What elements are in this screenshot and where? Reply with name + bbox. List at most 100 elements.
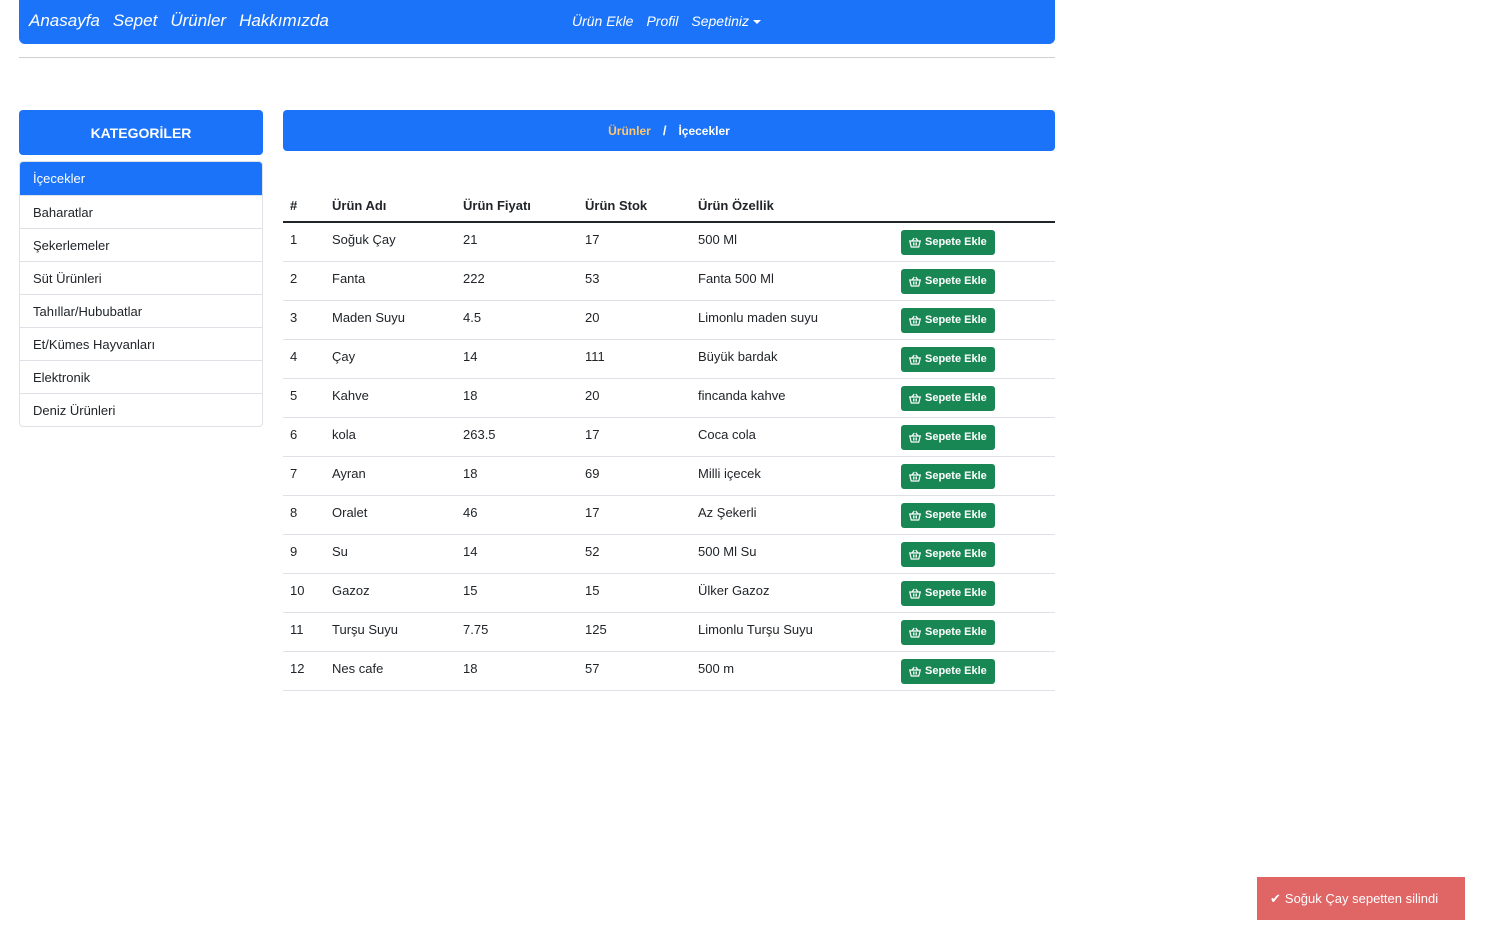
- cell-actions: Sepete Ekle: [894, 339, 1055, 379]
- cell-actions: Sepete Ekle: [894, 261, 1055, 301]
- cell-id: 5: [283, 378, 325, 418]
- table-row: 11 Turşu Suyu 7.75 125 Limonlu Turşu Suy…: [283, 612, 1055, 652]
- cell-actions: Sepete Ekle: [894, 612, 1055, 652]
- cell-product-feature: Limonlu maden suyu: [691, 300, 894, 340]
- nav-link-cart[interactable]: Sepet: [113, 11, 157, 31]
- cell-product-stock: 20: [578, 300, 691, 340]
- nav-link-profile[interactable]: Profil: [646, 13, 678, 29]
- cell-product-name: Gazoz: [325, 573, 456, 613]
- basket-icon: [909, 588, 921, 599]
- add-to-cart-button[interactable]: Sepete Ekle: [901, 580, 995, 606]
- cell-id: 2: [283, 261, 325, 301]
- cell-id: 1: [283, 222, 325, 262]
- cell-actions: Sepete Ekle: [894, 300, 1055, 340]
- cell-id: 10: [283, 573, 325, 613]
- cell-actions: Sepete Ekle: [894, 222, 1055, 262]
- cell-product-name: kola: [325, 417, 456, 457]
- add-to-cart-button[interactable]: Sepete Ekle: [901, 385, 995, 411]
- category-item-grains[interactable]: Tahıllar/Hububatlar: [20, 294, 262, 327]
- cell-id: 9: [283, 534, 325, 574]
- add-to-cart-label: Sepete Ekle: [925, 353, 987, 365]
- add-to-cart-label: Sepete Ekle: [925, 665, 987, 677]
- notification-toast: ✔ Soğuk Çay sepetten silindi: [1257, 877, 1465, 920]
- nav-link-products[interactable]: Ürünler: [170, 11, 226, 31]
- cell-product-feature: Fanta 500 Ml: [691, 261, 894, 301]
- header-product-feature: Ürün Özellik: [691, 190, 894, 223]
- cell-id: 7: [283, 456, 325, 496]
- breadcrumb-separator: /: [662, 123, 667, 138]
- cell-product-feature: Limonlu Turşu Suyu: [691, 612, 894, 652]
- category-item-beverages[interactable]: İçecekler: [20, 162, 262, 195]
- basket-icon: [909, 471, 921, 482]
- basket-icon: [909, 666, 921, 677]
- category-item-spices[interactable]: Baharatlar: [20, 195, 262, 228]
- table-row: 12 Nes cafe 18 57 500 m Sepete Ekle: [283, 651, 1055, 691]
- nav-left-links: Anasayfa Sepet Ürünler Hakkımızda: [29, 11, 329, 31]
- basket-icon: [909, 315, 921, 326]
- add-to-cart-button[interactable]: Sepete Ekle: [901, 463, 995, 489]
- cell-id: 6: [283, 417, 325, 457]
- cell-product-stock: 15: [578, 573, 691, 613]
- add-to-cart-button[interactable]: Sepete Ekle: [901, 424, 995, 450]
- cell-product-price: 263.5: [456, 417, 578, 457]
- cell-product-price: 14: [456, 534, 578, 574]
- nav-link-about[interactable]: Hakkımızda: [239, 11, 329, 31]
- header-actions: [894, 190, 1055, 223]
- cell-product-feature: 500 Ml: [691, 222, 894, 262]
- add-to-cart-button[interactable]: Sepete Ekle: [901, 502, 995, 528]
- add-to-cart-button[interactable]: Sepete Ekle: [901, 619, 995, 645]
- category-item-confectionery[interactable]: Şekerlemeler: [20, 228, 262, 261]
- cell-id: 4: [283, 339, 325, 379]
- cell-id: 8: [283, 495, 325, 535]
- cell-product-price: 14: [456, 339, 578, 379]
- cell-product-stock: 17: [578, 417, 691, 457]
- table-row: 3 Maden Suyu 4.5 20 Limonlu maden suyu S…: [283, 300, 1055, 340]
- table-row: 10 Gazoz 15 15 Ülker Gazoz Sepete Ekle: [283, 573, 1055, 613]
- add-to-cart-button[interactable]: Sepete Ekle: [901, 346, 995, 372]
- cell-product-name: Su: [325, 534, 456, 574]
- cell-product-name: Ayran: [325, 456, 456, 496]
- cell-product-price: 4.5: [456, 300, 578, 340]
- category-item-electronics[interactable]: Elektronik: [20, 360, 262, 393]
- cell-product-price: 46: [456, 495, 578, 535]
- category-item-dairy[interactable]: Süt Ürünleri: [20, 261, 262, 294]
- breadcrumb: Ürünler / İçecekler: [283, 110, 1055, 151]
- cell-product-name: Nes cafe: [325, 651, 456, 691]
- cell-product-feature: 500 Ml Su: [691, 534, 894, 574]
- add-to-cart-button[interactable]: Sepete Ekle: [901, 658, 995, 684]
- cell-product-price: 7.75: [456, 612, 578, 652]
- basket-icon: [909, 354, 921, 365]
- cell-product-feature: Milli içecek: [691, 456, 894, 496]
- basket-icon: [909, 276, 921, 287]
- category-list: İçecekler Baharatlar Şekerlemeler Süt Ür…: [19, 161, 263, 427]
- breadcrumb-link-products[interactable]: Ürünler: [608, 124, 651, 138]
- cell-product-stock: 69: [578, 456, 691, 496]
- add-to-cart-button[interactable]: Sepete Ekle: [901, 307, 995, 333]
- nav-link-home[interactable]: Anasayfa: [29, 11, 100, 31]
- header-divider: [19, 57, 1055, 58]
- cell-product-price: 18: [456, 378, 578, 418]
- cell-product-price: 15: [456, 573, 578, 613]
- nav-cart-dropdown[interactable]: Sepetiniz: [691, 13, 761, 29]
- add-to-cart-button[interactable]: Sepete Ekle: [901, 268, 995, 294]
- add-to-cart-label: Sepete Ekle: [925, 509, 987, 521]
- add-to-cart-button[interactable]: Sepete Ekle: [901, 541, 995, 567]
- categories-header: KATEGORİLER: [19, 110, 263, 155]
- add-to-cart-button[interactable]: Sepete Ekle: [901, 229, 995, 255]
- cell-product-stock: 17: [578, 222, 691, 262]
- nav-link-add-product[interactable]: Ürün Ekle: [572, 13, 633, 29]
- product-table: # Ürün Adı Ürün Fiyatı Ürün Stok Ürün Öz…: [283, 190, 1055, 691]
- table-header-row: # Ürün Adı Ürün Fiyatı Ürün Stok Ürün Öz…: [283, 190, 1055, 223]
- cell-actions: Sepete Ekle: [894, 651, 1055, 691]
- category-item-seafood[interactable]: Deniz Ürünleri: [20, 393, 262, 426]
- header-id: #: [283, 190, 325, 223]
- cell-product-feature: Coca cola: [691, 417, 894, 457]
- category-item-meat-poultry[interactable]: Et/Kümes Hayvanları: [20, 327, 262, 360]
- add-to-cart-label: Sepete Ekle: [925, 314, 987, 326]
- check-icon: ✔: [1270, 890, 1281, 906]
- product-table-container: # Ürün Adı Ürün Fiyatı Ürün Stok Ürün Öz…: [283, 190, 1055, 691]
- cell-product-name: Çay: [325, 339, 456, 379]
- basket-icon: [909, 510, 921, 521]
- cell-product-feature: Büyük bardak: [691, 339, 894, 379]
- add-to-cart-label: Sepete Ekle: [925, 548, 987, 560]
